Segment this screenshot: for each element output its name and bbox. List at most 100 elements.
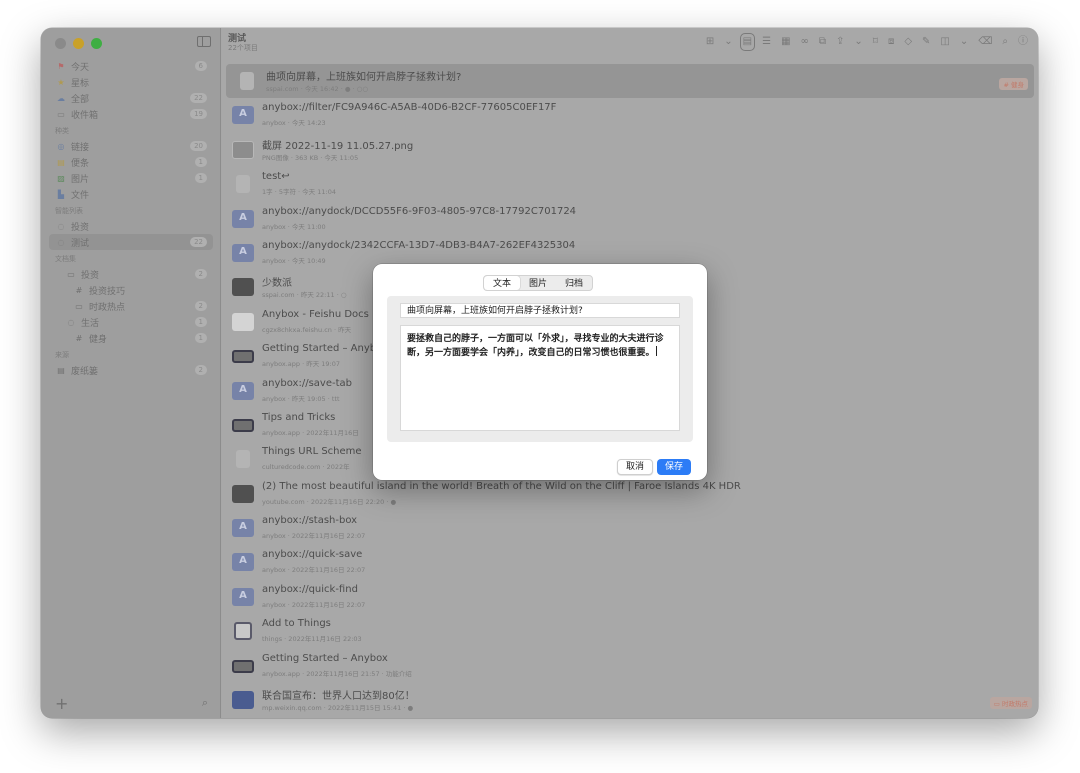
list-item[interactable]: Getting Started – Anybox anybox.app · 202… [222,649,1038,683]
sidebar-item[interactable]: ▭ 时政热点 2 [49,298,213,314]
sidebar-item-label: 文件 [71,190,90,201]
sidebar-item-icon: ★ [57,77,65,87]
item-title: Tips and Tricks [262,411,336,423]
item-title: 截屏 2022-11-19 11.05.27.png [262,140,414,152]
dialog-tab[interactable]: 图片 [520,276,556,290]
sidebar-item[interactable]: ▤ 便条 1 [49,154,213,170]
bookmark-icon[interactable]: ⌑ [873,36,878,48]
body-textarea[interactable]: 要拯救自己的脖子，一方面可以「外求」，寻找专业的大夫进行诊断，另一方面要学会「内… [400,325,680,431]
sidebar-item[interactable]: ▨ 图片 1 [49,170,213,186]
list-item[interactable]: anybox://anydock/DCCD55F6-9F03-4805-97C8… [222,202,1038,236]
sidebar-item-icon: ◎ [57,141,65,151]
sidebar-item-icon: ▤ [57,365,65,375]
sidebar-item[interactable]: ◎ 链接 20 [49,138,213,154]
sidebar-item[interactable]: ★ 星标 [49,74,213,90]
panel-icon[interactable]: ◫ [940,36,949,48]
sidebar-footer: + ⌕ [41,690,220,718]
list-item[interactable]: anybox://filter/FC9A946C-A5AB-40D6-B2CF-… [222,98,1038,132]
sidebar-item-label: 生活 [81,318,100,329]
chevron-down-icon[interactable]: ⌄ [724,36,732,48]
list-item[interactable]: anybox://stash-box anybox · 2022年11月16日 2… [222,511,1038,545]
item-meta: sspai.com · 今天 16:42 · ● · ○○ [266,85,369,93]
section-header: 文档集 [55,255,76,263]
count-badge: 2 [194,365,207,375]
save-button[interactable]: 保存 [657,459,692,475]
zoom-window-button[interactable] [91,38,102,49]
thumbnail [232,209,254,228]
item-title: anybox://quick-save [262,549,363,561]
chevron-down-icon[interactable]: ⌄ [960,36,968,48]
sidebar-item[interactable]: # 健身 1 [49,330,213,346]
list-item[interactable]: anybox://quick-save anybox · 2022年11月16日 … [222,545,1038,579]
sidebar-item[interactable]: ◌ 测试 22 [49,234,213,250]
note-icon[interactable]: ✎ [922,36,930,48]
sidebar-item[interactable]: ⚑ 今天 6 [49,58,213,74]
item-meta: anybox · 2022年11月16日 22:07 [262,566,366,575]
close-window-button[interactable] [55,38,66,49]
item-title: anybox://anydock/DCCD55F6-9F03-4805-97C8… [262,205,577,217]
add-icon[interactable]: + [55,694,68,713]
search-icon[interactable]: ⌕ [1002,36,1008,48]
dialog-tab[interactable]: 文本 [484,276,521,290]
share-icon[interactable]: ⇪ [836,36,844,48]
sidebar-item[interactable]: # 投资技巧 [49,282,213,298]
item-title: Getting Started – Anybox [262,652,388,664]
list-item[interactable]: Add to Things things · 2022年11月16日 22:03 [222,614,1038,648]
list-item[interactable]: test↩ 1字 · 5字符 · 今天 11:04 [222,167,1038,201]
sidebar-item-icon: ◌ [57,237,65,247]
count-badge: 22 [190,237,207,247]
sidebar-item-label: 图片 [71,174,90,185]
list-view-icon[interactable]: ☰ [762,36,771,48]
sidebar-item[interactable]: ▤ 废纸篓 2 [49,362,213,378]
item-meta: youtube.com · 2022年11月16日 22:20 · ● [262,497,397,506]
count-badge: 1 [194,333,207,343]
item-title: anybox://filter/FC9A946C-A5AB-40D6-B2CF-… [262,102,557,114]
table-view-icon[interactable]: ▦ [781,36,790,48]
toolbar-icons: ⊞ ⌄ ▤ ☰ ▦ ∞ ⧉ ⇪ ⌄ ⌑ ⧈ ◇ ✎ ◫ ⌄ ⌫ ⌕ ⓘ [706,33,1028,51]
count-badge: 22 [190,93,207,103]
tag-icon[interactable]: ◇ [904,36,912,48]
thumbnail [240,72,254,90]
sidebar-item[interactable]: ▙ 文件 [49,186,213,202]
sidebar-item-label: 投资 [81,270,100,281]
cancel-button[interactable]: 取消 [617,459,654,475]
count-badge: 1 [194,317,207,327]
minimize-window-button[interactable] [73,38,84,49]
list-item[interactable]: (2) The most beautiful island in the wor… [222,477,1038,511]
item-meta: things · 2022年11月16日 22:03 [262,635,362,644]
count-badge: 1 [194,157,207,167]
sidebar-item-icon: ▤ [57,157,65,167]
sidebar-item-icon: ▭ [75,301,83,311]
card-view-icon[interactable]: ▤ [739,33,756,51]
list-item[interactable]: 联合国宣布：世界人口达到80亿！ mp.weixin.qq.com · 2022年… [222,683,1038,717]
sidebar-item[interactable]: ☁ 全部 22 [49,90,213,106]
list-item[interactable]: 曲项向屏幕，上班族如何开启脖子拯救计划? sspai.com · 今天 16:42… [226,64,1034,99]
trash-icon[interactable]: ⌫ [978,36,992,48]
list-item[interactable]: 截屏 2022-11-19 11.05.27.png PNG图像 · 363 KB… [222,133,1038,167]
sidebar-item[interactable]: ▭ 收件箱 19 [49,106,213,122]
sidebar-toggle-icon[interactable] [197,36,211,47]
item-meta: anybox · 昨天 19:05 · ttt [262,394,340,403]
sidebar-item-label: 便条 [71,158,90,169]
tag-badge: # 健身 [999,78,1028,90]
sidebar-item[interactable]: ▭ 投资 2 [49,266,213,282]
sidebar-item-icon: # [75,285,83,295]
sidebar-item-icon: ⚑ [57,61,65,71]
text-caret [655,346,657,356]
glasses-icon[interactable]: ∞ [801,36,809,48]
sidebar-item-label: 今天 [71,62,90,73]
grid-view-icon[interactable]: ⊞ [706,36,714,48]
list-item[interactable]: anybox://quick-find anybox · 2022年11月16日 … [222,580,1038,614]
search-icon[interactable]: ⌕ [202,696,208,710]
title-field[interactable]: 曲项向屏幕，上班族如何开启脖子拯救计划? [400,303,680,318]
sidebar-item[interactable]: ◌ 投资 [49,218,213,234]
open-icon[interactable]: ⧈ [888,36,894,48]
copy-icon[interactable]: ⧉ [819,36,826,48]
sidebar-item[interactable]: ◌ 生活 1 [49,314,213,330]
thumbnail [232,140,254,159]
item-meta: anybox · 2022年11月16日 22:07 [262,532,366,541]
dialog-tab[interactable]: 归档 [556,276,592,290]
info-icon[interactable]: ⓘ [1018,36,1028,48]
thumbnail [232,106,254,125]
chevron-down-icon[interactable]: ⌄ [854,36,862,48]
